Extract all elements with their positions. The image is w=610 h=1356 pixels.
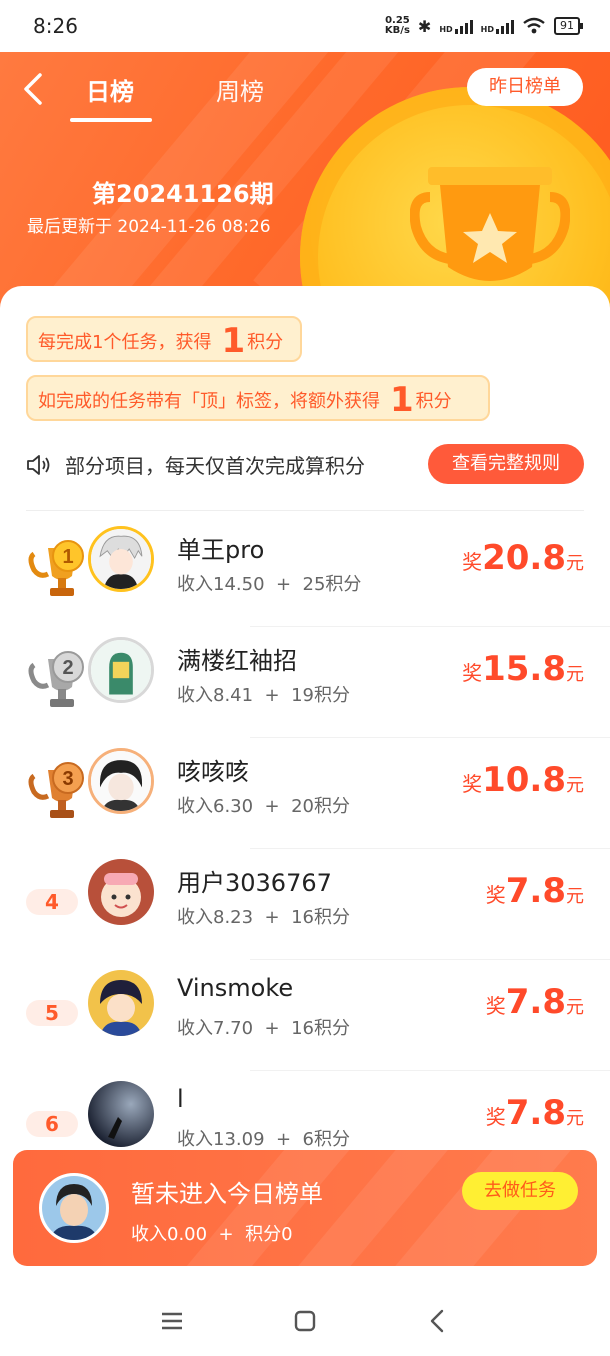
user-name: 咳咳咳 <box>177 758 249 786</box>
rank-badge: 5 <box>26 1000 78 1026</box>
back-nav-icon[interactable] <box>421 1304 455 1338</box>
gold-trophy-icon: 1 <box>28 540 84 596</box>
status-time: 8:26 <box>33 14 78 38</box>
user-stats: 收入7.70 + 16积分 <box>177 1018 350 1039</box>
reward-amount: 奖15.8元 <box>462 649 584 689</box>
speaker-icon <box>27 455 50 475</box>
view-rules-button[interactable]: 查看完整规则 <box>428 444 584 484</box>
avatar <box>88 748 154 814</box>
header-banner: 日榜 周榜 昨日榜单 第20241126期 最后更新于 2024-11-26 0… <box>0 52 610 322</box>
user-stats: 收入8.41 + 19积分 <box>177 685 350 706</box>
back-icon[interactable] <box>20 72 50 106</box>
battery-icon: 91 <box>554 17 583 35</box>
svg-text:1: 1 <box>62 546 73 568</box>
avatar <box>88 1081 154 1147</box>
ranking-row[interactable]: 5 Vinsmoke 收入7.70 + 16积分 奖7.8元 <box>0 960 610 1071</box>
rank-badge: 6 <box>26 1111 78 1137</box>
points-notice: 部分项目，每天仅首次完成算积分 <box>65 454 365 478</box>
user-name: 满楼红袖招 <box>177 647 297 675</box>
my-status-title: 暂未进入今日榜单 <box>131 1180 323 1208</box>
ranking-card: 每完成1个任务，获得 1 积分 如完成的任务带有「顶」标签，将额外获得 1 积分 部分项… <box>0 286 610 1286</box>
avatar <box>88 859 154 925</box>
user-name: l <box>177 1085 184 1113</box>
ranking-row[interactable]: 3 咳咳咳 收入6.30 + 20积分 奖10.8元 <box>0 738 610 849</box>
status-icons: 0.25 KB/s ✱ HD HD 91 <box>384 15 583 36</box>
tab-weekly[interactable]: 周榜 <box>216 72 264 107</box>
tip-top-tag-points: 如完成的任务带有「顶」标签，将额外获得 1 积分 <box>26 375 490 421</box>
menu-icon[interactable] <box>155 1304 189 1338</box>
yesterday-ranking-button[interactable]: 昨日榜单 <box>467 68 583 106</box>
user-stats: 收入6.30 + 20积分 <box>177 796 350 817</box>
do-task-button[interactable]: 去做任务 <box>462 1172 578 1210</box>
user-name: Vinsmoke <box>177 974 294 1002</box>
reward-amount: 奖7.8元 <box>485 871 584 911</box>
reward-amount: 奖20.8元 <box>462 538 584 578</box>
rank-badge: 4 <box>26 889 78 915</box>
user-stats: 收入8.23 + 16积分 <box>177 907 350 928</box>
user-name: 用户3036767 <box>177 869 332 897</box>
tip-task-points: 每完成1个任务，获得 1 积分 <box>26 316 302 362</box>
ranking-row[interactable]: 4 用户3036767 收入8.23 + 16积分 奖7.8元 <box>0 849 610 960</box>
user-stats: 收入13.09 + 6积分 <box>177 1129 350 1150</box>
ranking-row[interactable]: 1 单王pro 收入14.50 + 25积分 奖20.8元 <box>0 516 610 627</box>
divider <box>26 510 584 511</box>
network-speed: 0.25 KB/s <box>384 15 410 36</box>
status-bar: 8:26 0.25 KB/s ✱ HD HD 91 <box>0 0 610 52</box>
bronze-trophy-icon: 3 <box>28 762 84 818</box>
my-stats: 收入0.00 + 积分0 <box>131 1224 293 1245</box>
reward-amount: 奖7.8元 <box>485 1093 584 1133</box>
user-name: 单王pro <box>177 536 265 564</box>
tab-daily[interactable]: 日榜 <box>86 72 134 107</box>
avatar <box>88 526 154 592</box>
bluetooth-icon: ✱ <box>417 16 432 36</box>
home-icon[interactable] <box>288 1304 322 1338</box>
system-nav-bar <box>0 1286 610 1356</box>
signal-icon-1: HD <box>439 18 473 34</box>
avatar <box>88 970 154 1036</box>
svg-text:3: 3 <box>62 768 73 790</box>
period-title: 第20241126期 <box>92 180 274 208</box>
last-updated-text: 最后更新于 2024-11-26 08:26 <box>27 217 271 237</box>
my-avatar <box>39 1173 109 1243</box>
reward-amount: 奖7.8元 <box>485 982 584 1022</box>
reward-amount: 奖10.8元 <box>462 760 584 800</box>
active-tab-indicator <box>70 118 152 122</box>
user-stats: 收入14.50 + 25积分 <box>177 574 362 595</box>
silver-trophy-icon: 2 <box>28 651 84 707</box>
wifi-icon <box>523 17 545 34</box>
avatar <box>88 637 154 703</box>
svg-text:2: 2 <box>62 657 73 679</box>
my-ranking-bar: 暂未进入今日榜单 收入0.00 + 积分0 去做任务 <box>13 1150 597 1266</box>
ranking-row[interactable]: 2 满楼红袖招 收入8.41 + 19积分 奖15.8元 <box>0 627 610 738</box>
signal-icon-2: HD <box>481 18 514 34</box>
